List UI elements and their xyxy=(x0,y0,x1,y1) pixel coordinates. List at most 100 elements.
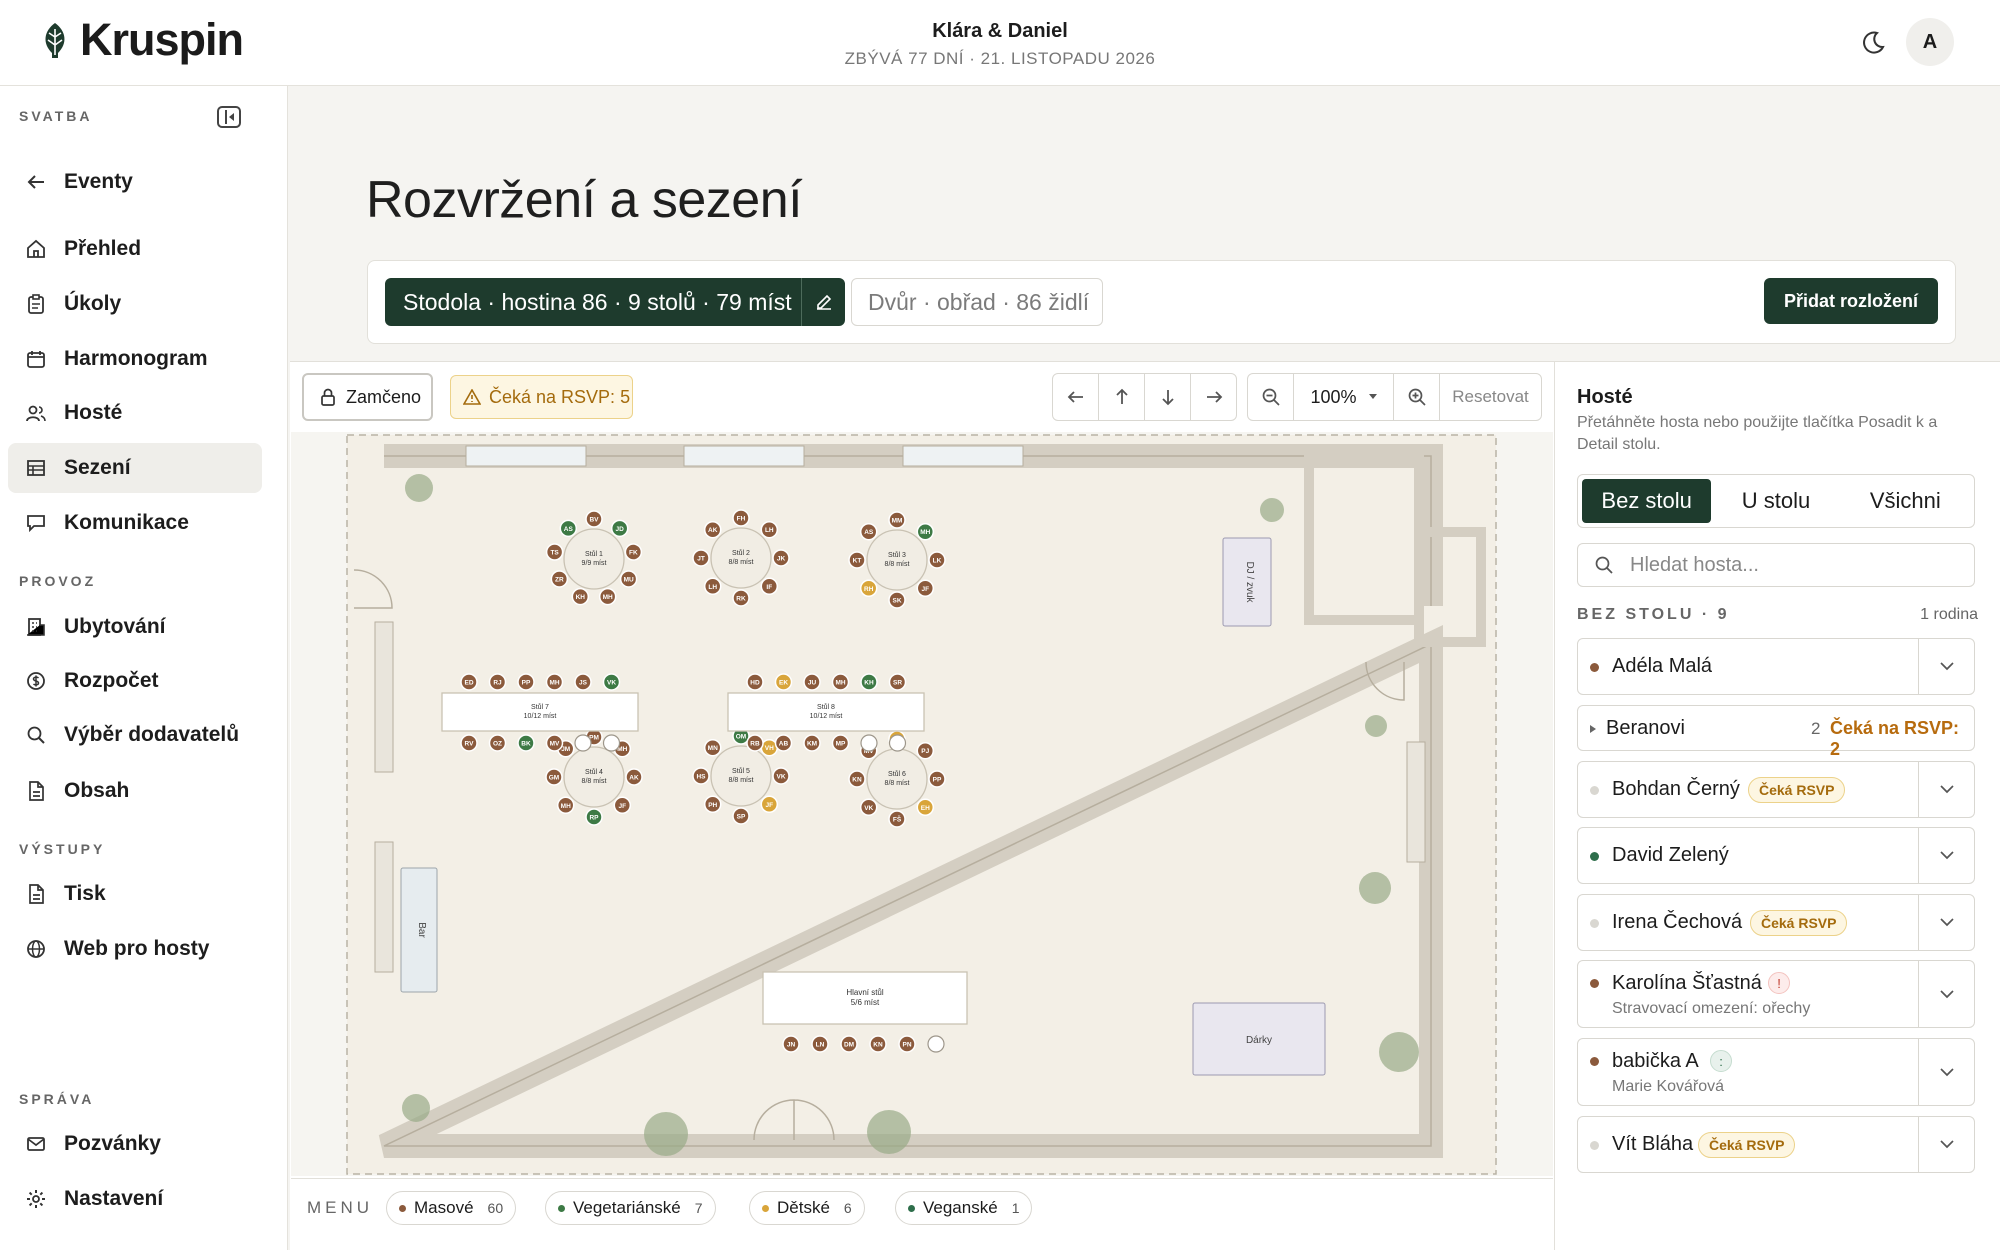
pan-down-button[interactable] xyxy=(1145,374,1191,420)
guest-card[interactable]: Karolína Šťastná ! Stravovací omezení: o… xyxy=(1577,960,1975,1028)
rsvp-warning-badge[interactable]: Čeká na RSVP: 5 xyxy=(450,375,633,419)
caret-right-icon[interactable] xyxy=(1590,725,1596,733)
nav-label: Ubytování xyxy=(64,615,166,638)
round-table[interactable] xyxy=(710,745,772,807)
pan-left-button[interactable] xyxy=(1053,374,1099,420)
reset-button[interactable]: Resetovat xyxy=(1440,374,1541,420)
expand-button[interactable] xyxy=(1918,828,1974,883)
guest-note: Stravovací omezení: ořechy xyxy=(1612,1000,1811,1017)
zoom-in-button[interactable] xyxy=(1394,374,1440,420)
nav-obsah[interactable]: Obsah xyxy=(8,766,262,816)
empty-seat[interactable] xyxy=(927,1035,945,1053)
seat-initials: FK xyxy=(629,550,638,557)
lock-button[interactable]: Zamčeno xyxy=(302,373,433,421)
tab-bez-stolu[interactable]: Bez stolu xyxy=(1582,479,1712,523)
nav-pozvanky[interactable]: Pozvánky xyxy=(8,1119,262,1169)
rect-table[interactable] xyxy=(727,692,925,732)
tab-vsichni[interactable]: Všichni xyxy=(1841,479,1970,523)
round-table[interactable] xyxy=(563,528,625,590)
seat-initials: RP xyxy=(589,815,599,822)
seat-initials: HS xyxy=(696,774,706,781)
round-table[interactable] xyxy=(563,746,625,808)
nav-hoste[interactable]: Hosté xyxy=(8,388,262,438)
nav-eventy[interactable]: Eventy xyxy=(8,157,262,207)
search-icon xyxy=(1595,556,1613,574)
layout-tab-other[interactable]: Dvůr · obřad · 86 židlí xyxy=(851,278,1103,326)
arrow-left-icon xyxy=(1067,391,1083,403)
family-count: 1 rodina xyxy=(1920,606,1978,623)
zoom-out-icon xyxy=(1262,388,1280,406)
expand-button[interactable] xyxy=(1918,762,1974,817)
zoom-out-button[interactable] xyxy=(1248,374,1294,420)
nav-ubytovani[interactable]: Ubytování xyxy=(8,602,262,652)
menu-pill-detske[interactable]: Dětské 6 xyxy=(749,1191,865,1225)
nav-rozpocet[interactable]: Rozpočet xyxy=(8,656,262,706)
expand-button[interactable] xyxy=(1918,639,1974,694)
family-card[interactable]: Beranovi 2 Čeká na RSVP: 2 xyxy=(1577,705,1975,759)
guest-name: Irena Čechová xyxy=(1612,911,1743,933)
search-icon xyxy=(27,726,45,744)
guest-card[interactable]: David Zelený xyxy=(1577,827,1975,884)
nav-web-pro-hosty[interactable]: Web pro hosty xyxy=(8,924,262,974)
round-table[interactable] xyxy=(866,529,928,591)
nav-harmonogram[interactable]: Harmonogram xyxy=(8,334,262,384)
edit-layout-button[interactable] xyxy=(801,278,845,326)
expand-button[interactable] xyxy=(1918,1117,1974,1172)
empty-seat[interactable] xyxy=(574,734,592,752)
chevron-down-icon xyxy=(1939,1067,1954,1076)
empty-seat[interactable] xyxy=(860,734,878,752)
expand-button[interactable] xyxy=(1918,895,1974,950)
guest-card[interactable]: Adéla Malá xyxy=(1577,638,1975,695)
rect-table[interactable] xyxy=(441,692,639,732)
menu-pill-vegetarianske[interactable]: Vegetariánské 7 xyxy=(545,1191,716,1225)
expand-button[interactable] xyxy=(1918,961,1974,1027)
guest-name: Karolína Šťastná xyxy=(1612,972,1762,994)
menu-pill-masove[interactable]: Masové 60 xyxy=(386,1191,517,1225)
seat-initials: OM xyxy=(736,734,746,741)
seat-initials: BV xyxy=(589,517,599,524)
nav-tisk[interactable]: Tisk xyxy=(8,869,262,919)
layout-tab-active[interactable]: Stodola · hostina 86 · 9 stolů · 79 míst xyxy=(385,278,801,326)
round-table[interactable] xyxy=(710,527,772,589)
seat-initials: JU xyxy=(808,680,817,687)
guest-card[interactable]: Irena Čechová Čeká RSVP xyxy=(1577,894,1975,951)
empty-seat[interactable] xyxy=(602,734,621,752)
table-seats: 8/8 míst xyxy=(582,778,607,785)
plant xyxy=(1365,715,1387,737)
plant xyxy=(1379,1032,1419,1072)
zoom-select[interactable]: 100% xyxy=(1294,374,1394,420)
seat-initials: AS xyxy=(564,526,574,533)
nav-nastaveni[interactable]: Nastavení xyxy=(8,1174,262,1224)
guest-card[interactable]: Bohdan Černý Čeká RSVP xyxy=(1577,761,1975,818)
round-table[interactable] xyxy=(866,748,928,810)
nav-vyber-dodavatelu[interactable]: Výběr dodavatelů xyxy=(8,710,262,760)
menu-pill-veganske[interactable]: Veganské 1 xyxy=(895,1191,1033,1225)
floor-plan-canvas[interactable]: DJ / zvuk Bar Dárky Stůl 1 9/9 míst BV JD FK… xyxy=(291,432,1553,1176)
logo[interactable]: Kruspin xyxy=(40,14,244,66)
collapse-sidebar-icon[interactable] xyxy=(217,106,241,128)
nav-sezeni[interactable]: Sezení xyxy=(8,443,262,493)
guest-card[interactable]: Vít Bláha Čeká RSVP xyxy=(1577,1116,1975,1173)
empty-seat[interactable] xyxy=(888,734,907,752)
gear-icon xyxy=(27,1190,45,1208)
guest-card[interactable]: babička A : Marie Kovářová xyxy=(1577,1038,1975,1106)
guest-name: David Zelený xyxy=(1612,844,1729,866)
guest-search-input[interactable] xyxy=(1630,553,1930,577)
moon-icon[interactable] xyxy=(1858,28,1888,58)
rsvp-warning-label: Čeká na RSVP: 5 xyxy=(489,386,631,407)
seat-initials: AK xyxy=(629,775,639,782)
nav-ukoly[interactable]: Úkoly xyxy=(8,279,262,329)
pan-right-button[interactable] xyxy=(1191,374,1236,420)
expand-button[interactable] xyxy=(1918,1039,1974,1105)
seat-initials: RB xyxy=(750,741,760,748)
floor-plan-svg[interactable]: DJ / zvuk Bar Dárky Stůl 1 9/9 míst BV JD FK… xyxy=(291,432,1553,1176)
tab-u-stolu[interactable]: U stolu xyxy=(1711,479,1840,523)
menu-name: Masové xyxy=(414,1198,474,1217)
add-layout-button[interactable]: Přidat rozložení xyxy=(1764,278,1938,324)
pan-up-button[interactable] xyxy=(1099,374,1145,420)
table-seats: 10/12 míst xyxy=(810,713,843,720)
avatar[interactable]: A xyxy=(1906,18,1954,66)
nav-komunikace[interactable]: Komunikace xyxy=(8,498,262,548)
nav-prehled[interactable]: Přehled xyxy=(8,224,262,274)
coin-icon xyxy=(27,672,45,690)
